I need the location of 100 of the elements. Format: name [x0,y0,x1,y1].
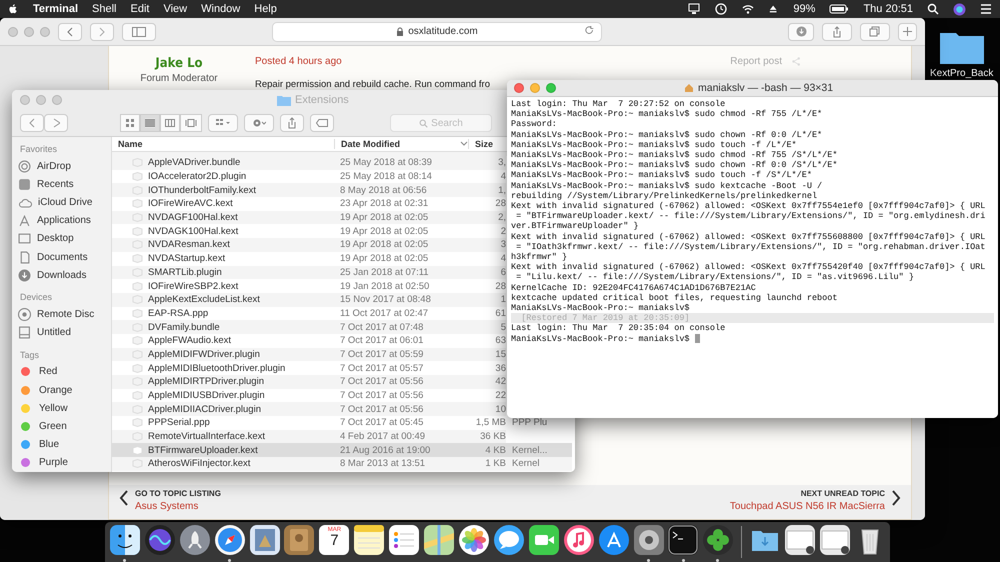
sidebar-item[interactable]: Blue [18,436,111,454]
notepad-icon[interactable] [354,525,384,555]
sidebar-item[interactable]: Recents [18,175,111,194]
window-thumbnail[interactable] [785,525,816,555]
terminal-line: ManiaKsLVs-MacBook-Pro:~ maniakslv$ sudo touch -f /L*/E* [511,140,798,150]
window-thumbnail[interactable] [820,525,850,555]
share-button[interactable] [280,114,304,132]
sidebar-item[interactable]: Documents [18,248,111,266]
clock[interactable]: Thu 20:51 [863,3,913,15]
sidebar-item[interactable]: Green [18,417,111,436]
file-name: AppleVADriver.bundle [148,157,240,168]
file-row[interactable]: IOAccelerator2D.plugin 25 May 2018 at 08:14 4 [112,170,506,184]
sidebar-item[interactable]: Untitled [18,324,111,342]
forward-button[interactable] [44,114,68,132]
sidebar-item[interactable]: Downloads [18,266,111,284]
nav-label: NEXT UNREAD TOPIC [800,489,885,498]
file-row[interactable]: AppleMIDIIACDriver.plugin 7 Oct 2017 at 05:56 10 [112,402,506,416]
speech-bubble-icon[interactable] [494,525,524,555]
terminal-line: Password: [511,119,558,130]
author-role: Forum Moderator [140,73,218,84]
topic-link[interactable]: Asus Systems [135,501,198,512]
tabs-button[interactable] [860,22,890,40]
file-date: 7 Oct 2017 at 05:57 [339,362,424,374]
author-name[interactable]: Jake Lo [155,56,203,71]
face-icon[interactable] [110,525,140,555]
file-row[interactable]: RemoteVirtualInterface.kext 4 Feb 2017 at 00:49 36 KB [112,430,506,444]
sidebar-button[interactable] [122,22,156,40]
music-note-icon[interactable] [564,525,594,555]
file-row[interactable]: AppleVADriver.bundle 25 May 2018 at 08:39 3, [112,156,506,170]
book-icon[interactable] [284,525,314,555]
app-menu[interactable]: Terminal [33,3,78,15]
sidebar-item[interactable]: AirDrop [18,157,111,176]
column-header[interactable]: Name [112,139,334,149]
file-date: 19 Apr 2018 at 02:05 [339,226,430,237]
address-field[interactable]: osxlatitude.com [272,22,602,42]
new-tab-button[interactable] [898,22,917,40]
flower-icon[interactable] [459,525,490,555]
battery-percentage: 99% [793,3,816,15]
view-mode-button[interactable] [140,114,160,132]
compass-icon[interactable] [214,525,245,555]
file-row[interactable]: NVDAResman.kext 19 Apr 2018 at 02:05 3 [112,238,506,252]
menu-item[interactable]: Shell [92,3,116,15]
clover-icon[interactable] [703,525,734,555]
column-header[interactable]: Date Modified [335,139,400,149]
view-mode-button[interactable] [160,114,180,132]
menu-item[interactable]: Window [201,3,240,15]
video-camera-icon[interactable] [528,525,559,555]
file-name: AppleFWAudio.kext [148,335,232,346]
checklist-icon[interactable] [389,525,420,555]
group-button[interactable] [208,114,238,132]
download-button[interactable] [788,22,814,40]
back-button[interactable] [58,22,82,40]
file-row[interactable]: NVDAGF100Hal.kext 19 Apr 2018 at 02:05 2, [112,210,506,224]
file-row[interactable]: DVFamily.bundle 7 Oct 2017 at 07:48 5 [112,320,506,334]
file-row[interactable]: AppleKextExcludeList.kext 15 Nov 2017 at 08:48 1 [112,292,506,307]
sidebar-item[interactable]: Purple [18,454,111,472]
menu-item[interactable]: Help [254,3,277,15]
view-mode-button[interactable] [180,114,202,132]
file-row[interactable]: BTFirmwareUploader.kext 21 Aug 2016 at 19:00 4 KB Kernel... [112,443,572,458]
terminal-icon[interactable] [668,525,698,555]
file-row[interactable]: AppleMIDIRTPDriver.plugin 7 Oct 2017 at 05:56 42 [112,375,506,389]
file-icon [132,226,143,236]
sidebar-item[interactable]: Orange [18,381,111,400]
file-row[interactable]: AppleMIDIUSBDriver.plugin 7 Oct 2017 at 05:56 22 [112,388,506,402]
cloud-icon [18,196,32,208]
back-button[interactable] [20,114,44,132]
gear-icon [252,118,266,128]
share-button[interactable] [822,22,852,40]
orb-icon[interactable] [144,525,175,555]
file-size: 4 KB [484,444,506,456]
sidebar-item[interactable]: Yellow [18,399,111,418]
action-button[interactable] [244,114,274,132]
menu-item[interactable]: View [163,3,188,15]
forward-button[interactable] [90,22,114,40]
gear-icon[interactable] [634,525,664,555]
map-icon[interactable] [424,525,454,555]
file-name: IOFireWireAVC.kext [148,198,233,210]
file-row[interactable]: IOThunderboltFamily.kext 8 May 2018 at 06:56 1, [112,183,506,198]
file-date: 7 Oct 2017 at 05:45 [339,417,424,428]
file-row[interactable]: AppleMIDIFWDriver.plugin 7 Oct 2017 at 05:59 15 [112,348,506,362]
sidebar-item[interactable]: Red [18,362,111,382]
sidebar-item[interactable]: Desktop [18,230,111,248]
sidebar-item[interactable]: iCloud Drive [18,193,111,212]
sidebar-item[interactable]: Remote Disc [18,305,111,324]
share-icon [831,26,843,38]
rocket-icon[interactable] [180,525,210,555]
file-name: NVDAGF100Hal.kext [148,212,238,224]
menu-item[interactable]: Edit [130,3,150,15]
file-size: 2, [497,212,506,224]
file-date: 8 Mar 2013 at 13:51 [339,458,426,470]
file-row[interactable]: EAP-RSA.ppp 11 Oct 2017 at 02:47 61 [112,306,506,320]
file-size: 3 [500,239,506,250]
file-row[interactable]: AtherosWiFiInjector.kext 8 Mar 2013 at 13:51 1 KB Kernel [112,457,572,471]
file-row[interactable]: SMARTLib.plugin 25 Jan 2018 at 07:11 6 [112,266,506,280]
file-size: 4 [500,171,506,182]
column-header[interactable]: Size [468,139,506,149]
topic-link[interactable]: Touchpad ASUS N56 IR MacSierra [730,501,885,512]
view-mode-button[interactable] [120,114,140,132]
sidebar-item[interactable]: Applications [18,212,111,230]
tag-button[interactable] [310,114,334,132]
